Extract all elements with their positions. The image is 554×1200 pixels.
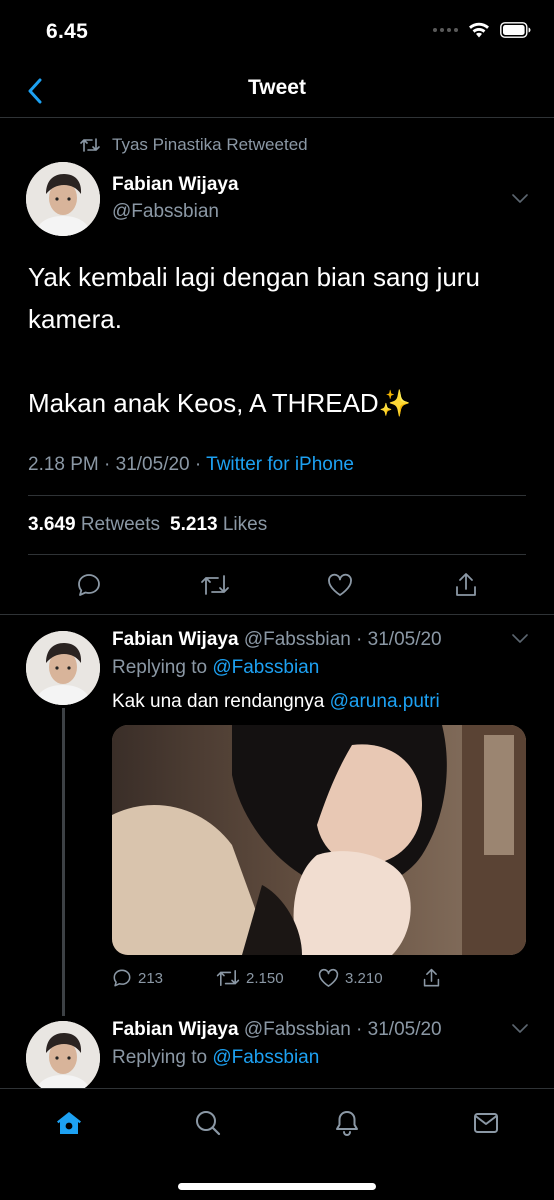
reply-count: 213: [138, 969, 164, 987]
tweet-text-line: Yak kembali lagi dengan bian sang juru k…: [28, 262, 480, 334]
handle-date: @Fabssbian · 31/05/20: [243, 1019, 442, 1040]
reply-action-bar: 213 2.150 3.210: [112, 968, 526, 994]
handle-date: @Fabssbian · 31/05/20: [243, 629, 442, 650]
chevron-down-icon[interactable]: [512, 194, 528, 204]
cellular-signal-icon: [433, 28, 458, 32]
chevron-down-icon[interactable]: [512, 634, 528, 644]
retweet-count: 2.150: [246, 969, 284, 987]
tweet-text: Yak kembali lagi dengan bian sang juru k…: [28, 256, 538, 424]
tab-search[interactable]: [188, 1103, 228, 1143]
heart-icon: [318, 968, 339, 987]
replying-to-mention[interactable]: @Fabssbian: [212, 1047, 319, 1068]
likes-stat[interactable]: 5.213 Likes: [170, 514, 267, 536]
reply-header: Fabian Wijaya @Fabssbian · 31/05/20: [112, 629, 442, 651]
replying-to-prefix: Replying to: [112, 1047, 213, 1068]
tab-home[interactable]: [49, 1103, 89, 1143]
reply-button[interactable]: [72, 568, 106, 602]
divider: [28, 554, 526, 555]
retweet-context: Tyas Pinastika Retweeted: [80, 135, 308, 155]
tweet-source-link[interactable]: Twitter for iPhone: [206, 454, 354, 475]
like-button[interactable]: 3.210: [318, 968, 383, 988]
replying-to-prefix: Replying to: [112, 657, 213, 678]
status-time: 6.45: [46, 20, 89, 43]
replying-to-mention[interactable]: @Fabssbian: [212, 657, 319, 678]
retweet-button[interactable]: [198, 568, 232, 602]
avatar[interactable]: [26, 631, 100, 705]
reply-icon: [113, 969, 131, 987]
thread-connector: [62, 708, 65, 1016]
author-name[interactable]: Fabian Wijaya: [112, 629, 239, 650]
photo: [112, 725, 526, 955]
status-bar: 6.45: [0, 0, 554, 64]
tab-messages[interactable]: [466, 1103, 506, 1143]
reply-text: Kak una dan rendangnya @aruna.putri: [112, 691, 440, 713]
tab-notifications[interactable]: [327, 1103, 367, 1143]
heart-icon: [328, 573, 352, 596]
retweets-label: Retweets: [80, 514, 161, 535]
reply-text-body: Kak una dan rendangnya: [112, 691, 330, 712]
tweet-stats: 3.649 Retweets 5.213 Likes: [28, 514, 267, 536]
retweets-count: 3.649: [28, 514, 76, 535]
replying-to: Replying to @Fabssbian: [112, 1047, 319, 1069]
mention-link[interactable]: @aruna.putri: [330, 691, 440, 712]
author-name[interactable]: Fabian Wijaya: [112, 174, 239, 196]
wifi-icon: [469, 22, 489, 38]
reply-header: Fabian Wijaya @Fabssbian · 31/05/20: [112, 1019, 442, 1041]
like-count: 3.210: [345, 969, 383, 987]
share-icon: [456, 573, 476, 596]
main-tweet[interactable]: Tyas Pinastika Retweeted Fabian Wijaya @…: [0, 118, 554, 615]
share-button[interactable]: [449, 568, 483, 602]
likes-label: Likes: [222, 514, 268, 535]
share-icon: [423, 968, 440, 987]
profile-photo: [26, 1021, 100, 1095]
reply-button[interactable]: 213: [112, 968, 163, 988]
home-indicator[interactable]: [178, 1183, 376, 1190]
share-button[interactable]: [422, 968, 441, 988]
messages-icon: [474, 1113, 498, 1133]
bottom-tab-bar: [0, 1088, 554, 1200]
home-icon: [57, 1112, 81, 1134]
search-icon: [196, 1111, 221, 1136]
reply-icon: [78, 574, 100, 596]
retweeted-by-label: Tyas Pinastika Retweeted: [112, 135, 308, 154]
status-icons: [433, 22, 532, 38]
tweet-action-bar: [0, 568, 554, 602]
profile-photo: [26, 631, 100, 705]
tweet-timestamp: 2.18 PM · 31/05/20 ·: [28, 454, 207, 475]
retweets-stat[interactable]: 3.649 Retweets: [28, 514, 160, 536]
divider: [28, 495, 526, 496]
retweet-icon: [216, 970, 240, 986]
chevron-down-icon[interactable]: [512, 1024, 528, 1034]
retweet-icon: [80, 138, 100, 152]
like-button[interactable]: [323, 568, 357, 602]
replying-to: Replying to @Fabssbian: [112, 657, 319, 679]
nav-header: Tweet: [0, 64, 554, 118]
retweet-button[interactable]: 2.150: [216, 968, 284, 988]
profile-photo: [26, 162, 100, 236]
notifications-icon: [336, 1111, 358, 1136]
retweet-icon: [201, 575, 229, 595]
avatar[interactable]: [26, 162, 100, 236]
likes-count: 5.213: [170, 514, 218, 535]
author-handle[interactable]: @Fabssbian: [112, 201, 219, 223]
tweet-media-image[interactable]: [112, 725, 526, 955]
tweet-meta: 2.18 PM · 31/05/20 · Twitter for iPhone: [28, 454, 354, 476]
author-name[interactable]: Fabian Wijaya: [112, 1019, 239, 1040]
tweet-text-line: Makan anak Keos, A THREAD✨: [28, 388, 412, 418]
page-title: Tweet: [248, 76, 306, 99]
avatar[interactable]: [26, 1021, 100, 1095]
battery-icon: [500, 22, 531, 38]
